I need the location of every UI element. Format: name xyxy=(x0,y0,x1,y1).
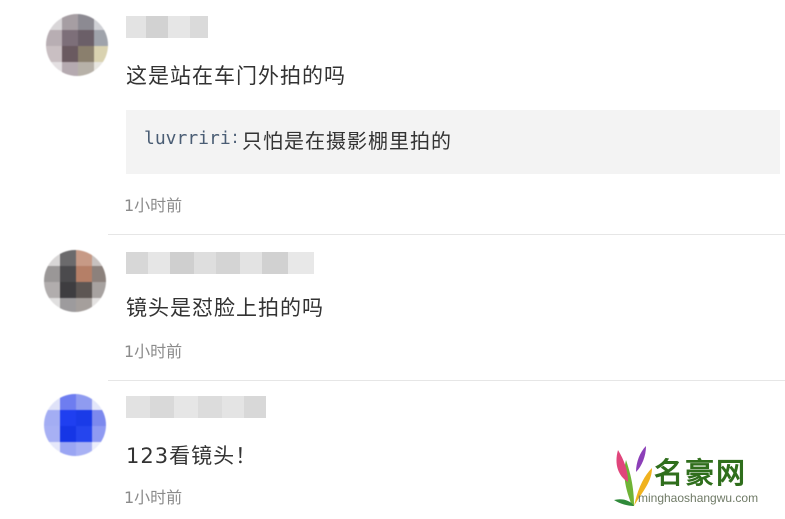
avatar[interactable] xyxy=(46,14,108,76)
comment-timestamp: 1小时前 xyxy=(124,488,183,507)
watermark-brand: 名豪网 xyxy=(654,456,748,490)
avatar[interactable] xyxy=(44,250,106,312)
reply-box: luvrriri : 只怕是在摄影棚里拍的 xyxy=(126,110,780,174)
comment-timestamp: 1小时前 xyxy=(124,196,183,215)
reply-username[interactable]: luvrriri xyxy=(144,128,231,149)
avatar[interactable] xyxy=(44,394,106,456)
username-blurred[interactable] xyxy=(126,252,314,274)
divider xyxy=(108,380,785,381)
comment-text: 123看镜头！ xyxy=(126,444,258,468)
comment-text: 镜头是怼脸上拍的吗 xyxy=(126,296,324,320)
comment-text: 这是站在车门外拍的吗 xyxy=(126,64,346,88)
username-blurred[interactable] xyxy=(126,396,266,418)
watermark-url: minghaoshangwu.com xyxy=(638,491,759,505)
username-blurred[interactable] xyxy=(126,16,208,38)
divider xyxy=(108,234,785,235)
comment-timestamp: 1小时前 xyxy=(124,342,183,361)
reply-text: 只怕是在摄影棚里拍的 xyxy=(242,129,452,153)
watermark: 名豪网 minghaoshangwu.com xyxy=(612,440,782,514)
reply-separator: : xyxy=(232,127,239,148)
